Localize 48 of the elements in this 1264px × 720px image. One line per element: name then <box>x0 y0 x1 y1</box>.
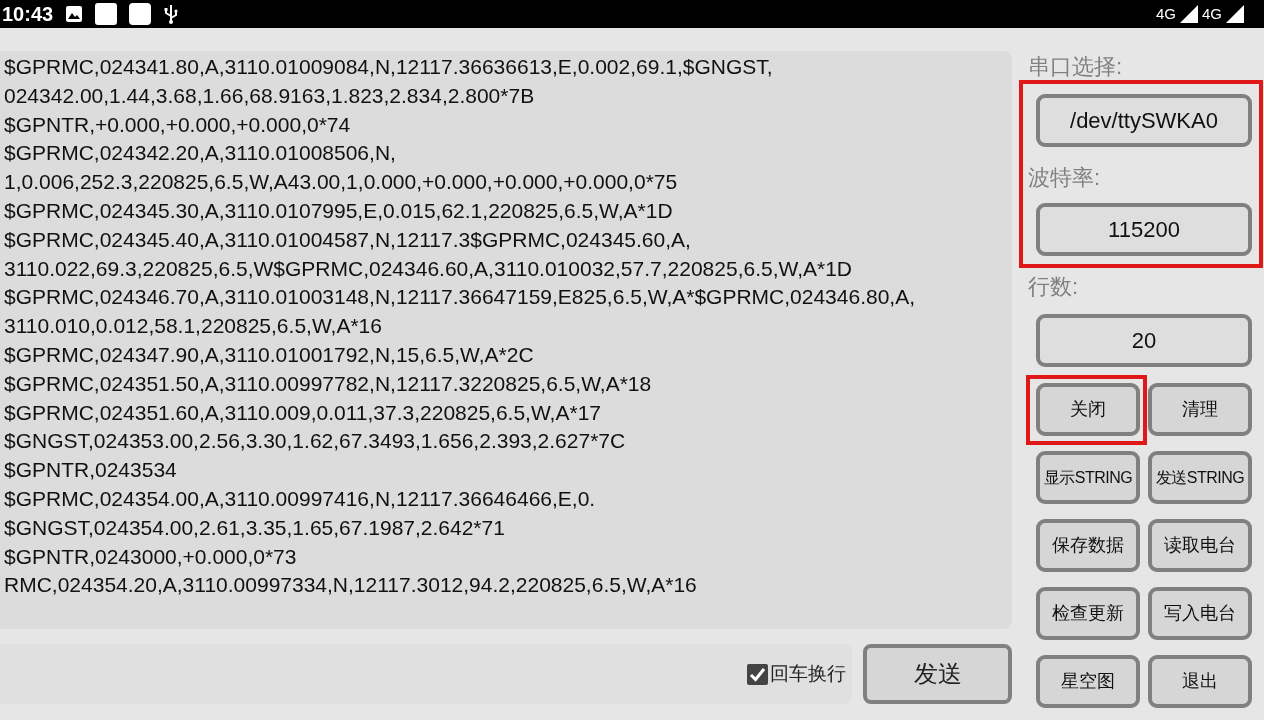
action-button[interactable]: 关闭 <box>1036 383 1140 436</box>
signal-icon <box>1226 5 1244 23</box>
field-label: 波特率: <box>1028 164 1102 192</box>
action-button[interactable]: 发送STRING <box>1148 451 1252 504</box>
log-line: $GPRMC,024354.00,A,3110.00997416,N,12117.36646466,E,0. <box>4 485 597 512</box>
send-button[interactable]: 发送 <box>863 644 1012 704</box>
network-label: 4G <box>1202 3 1222 24</box>
log-line: RMC,024354.20,A,3110.00997334,N,12117.3012,94.2,220825,6.5,W,A*16 <box>4 572 698 599</box>
log-line: $GPRMC,024351.50,A,3110.00997782,N,12117.3220825,6.5,W,A*18 <box>4 370 653 397</box>
log-line: 024342.00,1.44,3.68,1.66,68.9163,1.823,2.834,2.800*7B <box>4 82 536 109</box>
log-line: $GPNTR,0243000,+0.000,0*73 <box>4 543 298 570</box>
log-line: 3110.022,69.3,220825,6.5,W$GPRMC,024346.60,A,3110.010032,57.7,220825,6.5,W,A*1D <box>4 255 854 282</box>
image-icon <box>65 5 84 23</box>
log-line: $GNGST,024353.00,2.56,3.30,1.62,67.3493,1.656,2.393,2.627*7C <box>4 428 627 455</box>
rows-field[interactable]: 20 <box>1036 314 1252 367</box>
status-time: 10:43 <box>2 2 54 27</box>
action-button[interactable]: 星空图 <box>1036 655 1140 708</box>
log-line: $GPRMC,024351.60,A,3110.009,0.011,37.3,220825,6.5,W,A*17 <box>4 399 602 426</box>
action-button[interactable]: 写入电台 <box>1148 587 1252 640</box>
log-line: $GPRMC,024346.70,A,3110.01003148,N,12117.36647159,E825,6.5,W,A*$GPRMC,024346.80,A, <box>4 284 917 311</box>
action-button[interactable]: 保存数据 <box>1036 519 1140 572</box>
log-line: $GPNTR,+0.000,+0.000,+0.000,0*74 <box>4 111 352 138</box>
log-line: $GPRMC,024342.20,A,3110.01008506,N, <box>4 140 397 167</box>
network-label: 4G <box>1155 3 1176 24</box>
signal-icon <box>1180 5 1198 23</box>
notification-icon <box>95 3 118 25</box>
action-button[interactable]: 读取电台 <box>1148 519 1252 572</box>
log-line: $GPRMC,024347.90,A,3110.01001792,N,15,6.5,W,A*2C <box>4 341 535 368</box>
log-line: $GPRMC,024341.80,A,3110.01009084,N,12117.36636613,E,0.002,69.1,$GNGST, <box>4 54 774 80</box>
notification-icon <box>129 3 152 25</box>
action-button[interactable]: 检查更新 <box>1036 587 1140 640</box>
checkbox-label[interactable]: 回车换行 <box>770 659 846 689</box>
usb-icon <box>163 4 180 24</box>
log-line: $GPRMC,024345.40,A,3110.01004587,N,12117.3$GPRMC,024345.60,A, <box>4 226 692 253</box>
field-label: 行数: <box>1028 273 1080 301</box>
checkbox-icon[interactable] <box>747 663 768 685</box>
log-line: $GPNTR,0243534 <box>4 457 178 484</box>
action-button[interactable]: 清理 <box>1148 383 1252 436</box>
action-button[interactable]: 显示STRING <box>1036 451 1140 504</box>
log-line: $GNGST,024354.00,2.61,3.35,1.65,67.1987,2.642*71 <box>4 514 506 541</box>
log-line: 1,0.006,252.3,220825,6.5,W,A43.00,1,0.000,+0.000,+0.000,+0.000,0*75 <box>4 169 679 196</box>
log-line: 3110.010,0.012,58.1,220825,6.5,W,A*16 <box>4 313 383 340</box>
input-field[interactable]: 回车换行 <box>0 644 852 704</box>
dropdown-field[interactable]: /dev/ttySWKA0 <box>1036 94 1252 147</box>
log-line: $GPRMC,024345.30,A,3110.0107995,E,0.015,62.1,220825,6.5,W,A*1D <box>4 198 674 224</box>
field-label: 串口选择: <box>1028 53 1124 81</box>
dropdown-field[interactable]: 115200 <box>1036 203 1252 256</box>
action-button[interactable]: 退出 <box>1148 655 1252 708</box>
